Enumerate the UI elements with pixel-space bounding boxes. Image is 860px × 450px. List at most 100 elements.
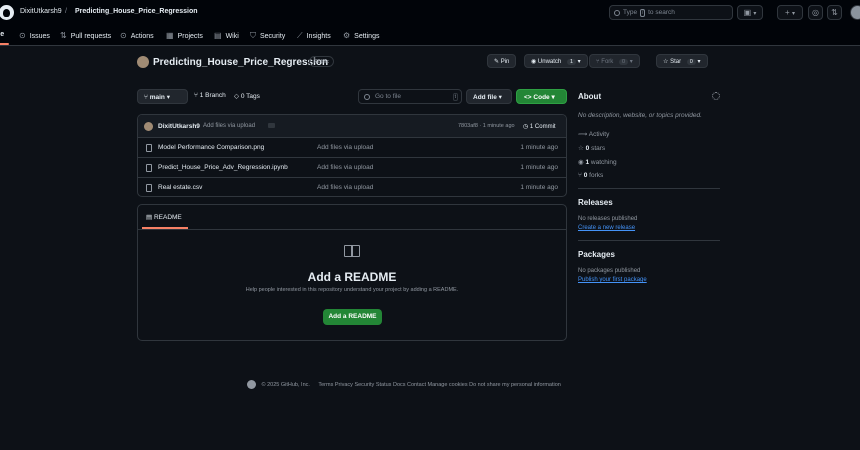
file-icon [146, 164, 152, 172]
branches-link[interactable]: ⑂ 1 Branch [194, 92, 226, 99]
forks-label: forks [589, 172, 604, 179]
book-icon: ▤ [146, 214, 154, 221]
tab-projects[interactable]: ▦ Projects [166, 31, 203, 40]
create-new-button[interactable]: + ▾ [777, 5, 803, 20]
ellipsis-icon[interactable] [268, 123, 275, 128]
repo-owner-avatar [137, 56, 149, 68]
watching-link[interactable]: ◉ 1 watching [578, 158, 617, 166]
unwatch-label: Unwatch [537, 59, 562, 65]
user-avatar[interactable] [850, 5, 860, 20]
publish-package-link[interactable]: Publish your first package [578, 277, 647, 283]
tab-actions[interactable]: ⊙ Actions [120, 31, 154, 40]
code-button[interactable]: <> Code ▾ [516, 89, 567, 104]
tab-actions-label: Actions [130, 33, 154, 40]
footer-link-terms[interactable]: Terms [318, 382, 333, 388]
file-commit-message[interactable]: Add files via upload [317, 164, 373, 171]
branches-label: 1 Branch [199, 92, 226, 99]
file-name[interactable]: Predict_House_Price_Adv_Regression.ipynb [158, 164, 288, 171]
graph-icon: ⟋ [297, 31, 303, 40]
search-input[interactable]: Type / to search [609, 5, 733, 20]
tab-security[interactable]: ⛉ Security [250, 31, 285, 41]
forks-link[interactable]: ⑂ 0 forks [578, 172, 603, 179]
watching-label: watching [590, 159, 617, 166]
branch-name: main [149, 94, 165, 101]
commit-author[interactable]: DixitUtkarsh9 [158, 123, 200, 130]
code-caret-icon: ▾ [551, 94, 555, 101]
fork-count: 0 [618, 59, 629, 65]
book-icon [344, 245, 360, 257]
stars-link[interactable]: ☆ 0 stars [578, 144, 605, 152]
add-file-label: Add file [473, 94, 497, 101]
breadcrumb-repo[interactable]: Predicting_House_Price_Regression [75, 8, 198, 15]
table-icon: ▦ [166, 31, 174, 40]
breadcrumb-owner[interactable]: DixitUtkarsh9 [20, 8, 62, 15]
copilot-caret-icon: ▾ [753, 11, 757, 17]
file-icon [146, 144, 152, 152]
github-logo-icon[interactable] [0, 5, 14, 20]
footer-link-security[interactable]: Security [354, 382, 374, 388]
about-heading: About [578, 92, 602, 101]
file-commit-message[interactable]: Add files via upload [317, 184, 373, 191]
releases-text: No releases published [578, 216, 638, 222]
footer-link-docs[interactable]: Docs [393, 382, 406, 388]
copilot-button[interactable]: ▣ ▾ [737, 5, 763, 20]
github-logo-icon[interactable] [247, 380, 256, 389]
pin-button[interactable]: ✎ Pin [487, 54, 517, 68]
tab-insights[interactable]: ⟋ Insights [297, 31, 331, 41]
activity-label: Activity [588, 131, 610, 138]
commit-author-avatar [144, 122, 153, 131]
pull-requests-icon-button[interactable]: ⇅ [827, 5, 842, 20]
commit-message[interactable]: Add files via upload [203, 123, 255, 129]
readme-tab[interactable]: ▤ README [146, 213, 182, 221]
footer-link-do-not-share[interactable]: Do not share my personal information [469, 382, 561, 388]
branch-caret-icon: ▾ [166, 94, 170, 101]
tag-icon: ◇ [234, 93, 241, 100]
shield-icon: ⛉ [250, 31, 256, 40]
repo-title[interactable]: Predicting_House_Price_Regression [153, 57, 328, 68]
search-placeholder-post: to search [648, 9, 675, 16]
footer-link-contact[interactable]: Contact [407, 382, 426, 388]
add-file-button[interactable]: Add file ▾ [466, 89, 512, 104]
branch-select-button[interactable]: ⑂ main ▾ [137, 89, 188, 104]
activity-link[interactable]: ⟿ Activity [578, 130, 609, 138]
releases-heading[interactable]: Releases [578, 198, 613, 207]
tab-issues[interactable]: ⊙ Issues [19, 31, 50, 40]
tab-wiki-label: Wiki [225, 33, 239, 40]
tab-projects-label: Projects [177, 33, 203, 40]
tab-pull-requests[interactable]: ⇅ Pull requests [60, 31, 111, 40]
tab-code[interactable]: de [0, 31, 4, 38]
tab-security-label: Security [260, 33, 286, 40]
footer-link-cookies[interactable]: Manage cookies [428, 382, 468, 388]
star-icon: ☆ [578, 145, 586, 152]
repo-nav-tabs: de ⊙Issues ⇅Pull requests ⊙Actions ▦Proj… [0, 27, 860, 45]
packages-text: No packages published [578, 268, 641, 274]
commit-sha-time[interactable]: 7803af8 · 1 minute ago [458, 123, 515, 129]
table-row[interactable]: Predict_House_Price_Adv_Regression.ipynb… [138, 158, 566, 178]
file-name[interactable]: Model Performance Comparison.png [158, 144, 264, 151]
star-button[interactable]: ☆ Star 0 ▾ [656, 54, 708, 68]
gear-icon[interactable] [712, 92, 720, 100]
fork-button[interactable]: ⑂ Fork 0 ▾ [589, 54, 640, 68]
tab-settings[interactable]: ⚙ Settings [343, 31, 379, 40]
unwatch-button[interactable]: ◉ Unwatch 1 ▾ [524, 54, 588, 68]
circle-dot-icon: ◎ [812, 8, 819, 17]
tab-wiki[interactable]: ▤ Wiki [214, 31, 239, 40]
file-table: DixitUtkarsh9 Add files via upload 7803a… [137, 114, 567, 197]
tags-link[interactable]: ◇ 0 Tags [234, 92, 260, 100]
fork-caret-icon: ▾ [629, 59, 633, 65]
issues-icon-button[interactable]: ◎ [808, 5, 823, 20]
footer-link-privacy[interactable]: Privacy [335, 382, 353, 388]
table-row[interactable]: Model Performance Comparison.png Add fil… [138, 138, 566, 158]
create-release-link[interactable]: Create a new release [578, 225, 635, 231]
divider [578, 240, 720, 241]
packages-heading[interactable]: Packages [578, 250, 615, 259]
file-name[interactable]: Real estate.csv [158, 184, 202, 191]
add-readme-button[interactable]: Add a README [323, 309, 382, 325]
table-row[interactable]: Real estate.csv Add files via upload 1 m… [138, 178, 566, 196]
unwatch-caret-icon: ▾ [577, 59, 581, 65]
file-commit-message[interactable]: Add files via upload [317, 144, 373, 151]
footer-link-status[interactable]: Status [376, 382, 392, 388]
commits-link[interactable]: ◷ 1 Commit [523, 123, 556, 130]
play-icon: ⊙ [120, 31, 127, 40]
go-to-file-input[interactable]: Go to file t [358, 89, 462, 104]
